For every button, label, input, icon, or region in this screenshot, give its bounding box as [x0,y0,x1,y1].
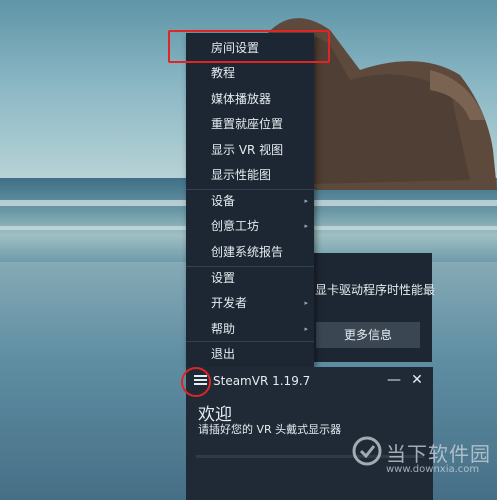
menu-item-label: 设备 [211,194,236,208]
watermark-url: www.downxia.com [386,464,480,475]
menu-item-perf-graph[interactable]: 显示性能图 [186,164,314,186]
menu-item-workshop[interactable]: 创意工坊 ▸ [186,215,314,237]
notification-panel: 显卡驱动程序时性能最 更多信息 [313,253,436,362]
steamvr-context-menu: 房间设置 教程 媒体播放器 重置就座位置 显示 VR 视图 显示性能图 设备 ▸ … [186,33,314,367]
more-info-button[interactable]: 更多信息 [316,322,420,348]
menu-divider [186,341,314,342]
site-watermark: 当下软件园 www.downxia.com [352,433,492,488]
menu-item-label: 媒体播放器 [211,92,272,106]
submenu-arrow-icon: ▸ [304,222,308,230]
menu-item-label: 显示性能图 [211,168,272,182]
menu-item-help[interactable]: 帮助 ▸ [186,318,314,340]
menu-item-vr-view[interactable]: 显示 VR 视图 [186,139,314,161]
menu-item-developer[interactable]: 开发者 ▸ [186,292,314,314]
submenu-arrow-icon: ▸ [304,299,308,307]
watermark-logo-icon [352,436,382,466]
notification-text: 显卡驱动程序时性能最 [315,283,436,297]
menu-item-label: 创意工坊 [211,219,260,233]
submenu-arrow-icon: ▸ [304,197,308,205]
window-title: SteamVR 1.19.7 [213,374,311,388]
menu-item-media-player[interactable]: 媒体播放器 [186,88,314,110]
close-button[interactable]: ✕ [410,372,424,388]
menu-item-tutorial[interactable]: 教程 [186,62,314,84]
menu-item-label: 重置就座位置 [211,117,284,131]
annotation-highlight-box [168,30,330,63]
menu-item-reset-seated[interactable]: 重置就座位置 [186,113,314,135]
window-titlebar: SteamVR 1.19.7 — ✕ [186,367,433,395]
minimize-button[interactable]: — [387,372,401,388]
menu-item-label: 设置 [211,271,236,285]
menu-item-settings[interactable]: 设置 [186,267,314,289]
menu-item-label: 教程 [211,66,236,80]
menu-item-label: 退出 [211,347,236,361]
welcome-subtitle: 请插好您的 VR 头戴式显示器 [198,423,342,436]
menu-item-label: 开发者 [211,296,248,310]
menu-item-label: 帮助 [211,322,236,336]
menu-item-devices[interactable]: 设备 ▸ [186,190,314,212]
annotation-circle [181,367,211,397]
menu-item-label: 显示 VR 视图 [211,143,284,157]
menu-item-label: 创建系统报告 [211,245,284,259]
watermark-name: 当下软件园 [386,442,491,466]
menu-item-system-report[interactable]: 创建系统报告 [186,241,314,263]
submenu-arrow-icon: ▸ [304,325,308,333]
menu-item-exit[interactable]: 退出 [186,343,314,365]
